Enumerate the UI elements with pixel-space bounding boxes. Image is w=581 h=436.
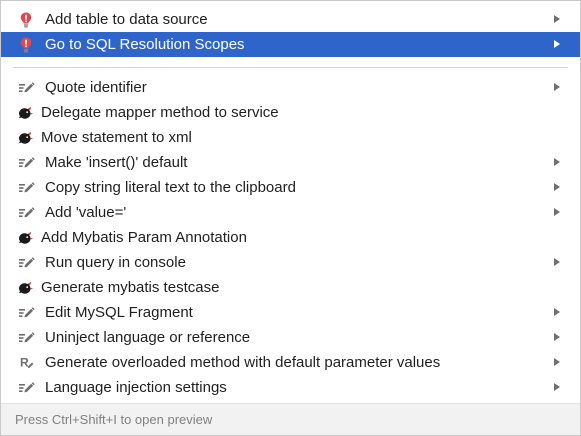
menu-item-delegate-mapper-method-to-service[interactable]: Delegate mapper method to service bbox=[1, 100, 580, 125]
menu-item-uninject-language-or-reference[interactable]: Uninject language or reference bbox=[1, 325, 580, 350]
chevron-right-icon bbox=[554, 40, 560, 48]
intention-actions-popup: Add table to data source Go to SQL Resol… bbox=[0, 0, 581, 436]
menu-separator bbox=[13, 67, 568, 68]
chevron-right-icon bbox=[554, 358, 560, 366]
menu-item-language-injection-settings[interactable]: Language injection settings bbox=[1, 375, 580, 400]
menu-item-label: Add 'value=' bbox=[45, 204, 127, 221]
error-bulb-icon bbox=[17, 11, 35, 29]
menu-item-label: Generate mybatis testcase bbox=[41, 279, 220, 296]
menu-item-label: Make 'insert()' default bbox=[45, 154, 188, 171]
menu-item-edit-mysql-fragment[interactable]: Edit MySQL Fragment bbox=[1, 300, 580, 325]
mybatis-bird-icon bbox=[17, 129, 35, 147]
menu-item-label: Quote identifier bbox=[45, 79, 147, 96]
intention-items: Quote identifier Delegate mapper method t… bbox=[1, 75, 580, 400]
mybatis-bird-icon bbox=[17, 104, 35, 122]
chevron-right-icon bbox=[554, 183, 560, 191]
menu-item-label: Delegate mapper method to service bbox=[41, 104, 279, 121]
intention-pencil-icon bbox=[17, 79, 35, 97]
intention-pencil-icon bbox=[17, 154, 35, 172]
menu-item-label: Add table to data source bbox=[45, 11, 208, 28]
error-bulb-icon bbox=[17, 36, 35, 54]
menu-item-label: Edit MySQL Fragment bbox=[45, 304, 193, 321]
chevron-right-icon bbox=[554, 83, 560, 91]
chevron-right-icon bbox=[554, 333, 560, 341]
menu-item-add-table-to-data-source[interactable]: Add table to data source bbox=[1, 7, 580, 32]
chevron-right-icon bbox=[554, 383, 560, 391]
intention-pencil-icon bbox=[17, 179, 35, 197]
menu-item-label: Add Mybatis Param Annotation bbox=[41, 229, 247, 246]
menu-item-label: Copy string literal text to the clipboar… bbox=[45, 179, 296, 196]
intention-pencil-icon bbox=[17, 204, 35, 222]
menu-item-label: Move statement to xml bbox=[41, 129, 192, 146]
chevron-right-icon bbox=[554, 208, 560, 216]
menu-item-label: Language injection settings bbox=[45, 379, 227, 396]
chevron-right-icon bbox=[554, 308, 560, 316]
intention-pencil-icon bbox=[17, 304, 35, 322]
intention-pencil-icon bbox=[17, 379, 35, 397]
menu-item-add-mybatis-param-annotation[interactable]: Add Mybatis Param Annotation bbox=[1, 225, 580, 250]
chevron-right-icon bbox=[554, 158, 560, 166]
menu-item-copy-string-literal-text-to-the-clipboard[interactable]: Copy string literal text to the clipboar… bbox=[1, 175, 580, 200]
menu-item-label: Run query in console bbox=[45, 254, 186, 271]
menu-item-quote-identifier[interactable]: Quote identifier bbox=[1, 75, 580, 100]
menu-item-label: Uninject language or reference bbox=[45, 329, 251, 346]
intention-pencil-icon bbox=[17, 329, 35, 347]
chevron-right-icon bbox=[554, 258, 560, 266]
chevron-right-icon bbox=[554, 15, 560, 23]
refactoring-icon: R bbox=[17, 354, 35, 372]
menu-item-label: Generate overloaded method with default … bbox=[45, 354, 441, 371]
svg-text:R: R bbox=[20, 356, 29, 370]
menu-item-make-insert-default[interactable]: Make 'insert()' default bbox=[1, 150, 580, 175]
mybatis-bird-icon bbox=[17, 229, 35, 247]
menu-item-go-to-sql-resolution-scopes[interactable]: Go to SQL Resolution Scopes bbox=[1, 32, 580, 57]
mybatis-bird-icon bbox=[17, 279, 35, 297]
menu-item-add-value[interactable]: Add 'value=' bbox=[1, 200, 580, 225]
preview-hint-bar: Press Ctrl+Shift+I to open preview bbox=[1, 403, 580, 435]
menu-item-run-query-in-console[interactable]: Run query in console bbox=[1, 250, 580, 275]
preview-hint-text: Press Ctrl+Shift+I to open preview bbox=[15, 412, 213, 427]
menu-item-generate-mybatis-testcase[interactable]: Generate mybatis testcase bbox=[1, 275, 580, 300]
menu-item-label: Go to SQL Resolution Scopes bbox=[45, 36, 245, 53]
intention-pencil-icon bbox=[17, 254, 35, 272]
menu-item-generate-overloaded-method-with-default-parameter-values[interactable]: R Generate overloaded method with default… bbox=[1, 350, 580, 375]
intention-actions-list: Add table to data source Go to SQL Resol… bbox=[1, 7, 580, 400]
menu-item-move-statement-to-xml[interactable]: Move statement to xml bbox=[1, 125, 580, 150]
